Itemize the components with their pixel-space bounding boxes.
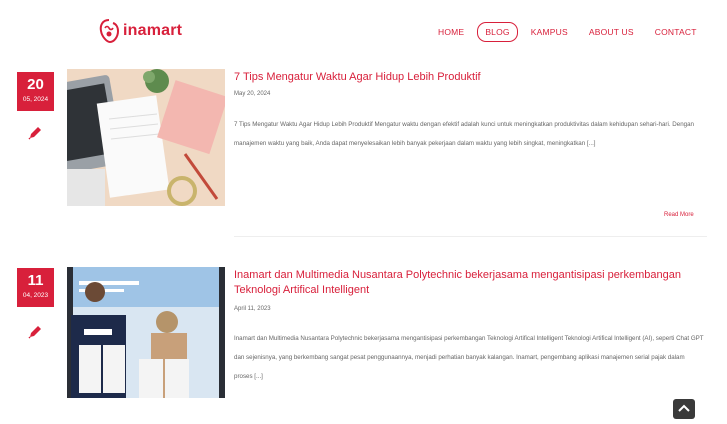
scroll-to-top-button[interactable] <box>673 399 695 419</box>
nav-item-about-us[interactable]: ABOUT US <box>589 27 634 37</box>
date-month-year: 04, 2023 <box>22 292 49 299</box>
pencil-icon <box>28 127 41 140</box>
nav-item-contact[interactable]: CONTACT <box>655 27 697 37</box>
post-excerpt: 7 Tips Mengatur Waktu Agar Hidup Lebih P… <box>234 121 694 147</box>
post-thumbnail[interactable] <box>67 267 225 398</box>
signing-photo <box>67 267 225 398</box>
date-day: 20 <box>27 76 44 93</box>
date-badge: 11 04, 2023 <box>17 268 54 307</box>
post-title[interactable]: 7 Tips Mengatur Waktu Agar Hidup Lebih P… <box>234 70 694 85</box>
nav-item-home[interactable]: HOME <box>438 27 464 37</box>
main-nav: HOME BLOG KAMPUS ABOUT US CONTACT <box>438 22 718 42</box>
divider <box>234 236 707 237</box>
read-more-link[interactable]: Read More <box>664 212 694 218</box>
logo-text: inamart <box>123 22 183 39</box>
post-date: April 11, 2023 <box>234 306 271 312</box>
nav-item-kampus[interactable]: KAMPUS <box>531 27 568 37</box>
post-title[interactable]: Inamart dan Multimedia Nusantara Polytec… <box>234 268 694 298</box>
post-excerpt: Inamart dan Multimedia Nusantara Polytec… <box>234 335 704 380</box>
desk-image <box>67 69 225 206</box>
post-thumbnail[interactable] <box>67 69 225 206</box>
logo[interactable]: inamart <box>98 16 182 46</box>
date-badge: 20 05, 2024 <box>17 72 54 111</box>
date-month-year: 05, 2024 <box>22 96 49 103</box>
nav-item-blog[interactable]: BLOG <box>477 22 518 42</box>
post-date: May 20, 2024 <box>234 91 271 97</box>
logo-icon <box>99 19 120 44</box>
date-day: 11 <box>27 272 44 289</box>
chevron-up-icon <box>678 404 690 412</box>
site-header: inamart HOME BLOG KAMPUS ABOUT US CONTAC… <box>0 0 727 60</box>
pencil-icon <box>28 326 41 339</box>
